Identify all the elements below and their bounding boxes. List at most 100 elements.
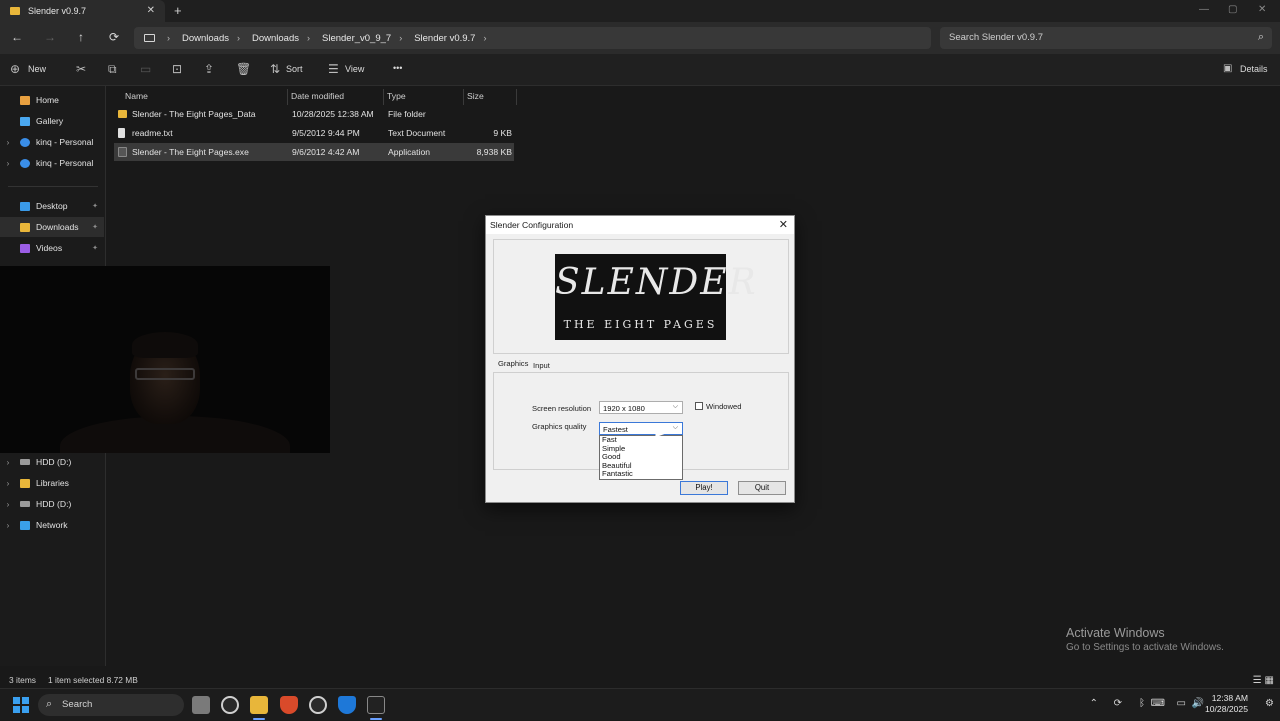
- sidebar-item-downloads[interactable]: Downloads ✦: [0, 217, 104, 237]
- breadcrumb-slender-folder[interactable]: Slender v0.9.7: [414, 33, 475, 44]
- sort-button[interactable]: Sort: [286, 64, 303, 74]
- breadcrumb-downloads-1[interactable]: Downloads: [182, 33, 229, 44]
- option-fantastic[interactable]: Fantastic: [600, 470, 682, 479]
- taskbar: ⌕ Search ⌃ ⟳ ᛒ ⌨ ▭ 🔊 12:38 AM 10/28/2025…: [0, 688, 1280, 720]
- chevron-up-icon[interactable]: ⌃: [1090, 698, 1098, 709]
- breadcrumb-slender-zip[interactable]: Slender_v0_9_7: [322, 33, 391, 44]
- more-options-button[interactable]: •••: [393, 63, 402, 73]
- sidebar-item-onedrive-1[interactable]: › kinq - Personal: [0, 132, 104, 152]
- cut-icon[interactable]: ✂: [76, 62, 86, 76]
- taskbar-search-label: Search: [62, 699, 93, 710]
- network-icon: [20, 520, 30, 530]
- back-button[interactable]: ←: [9, 30, 25, 44]
- breadcrumb-downloads-2[interactable]: Downloads: [252, 33, 299, 44]
- webcam-person-glasses: [135, 368, 195, 380]
- network-icon[interactable]: ▭: [1177, 698, 1186, 709]
- tab-input[interactable]: Input: [533, 361, 550, 370]
- file-name: Slender - The Eight Pages_Data: [132, 109, 256, 119]
- sidebar-item-network[interactable]: › Network: [0, 515, 104, 535]
- steam-icon[interactable]: [221, 696, 239, 714]
- maximize-button[interactable]: ▢: [1228, 4, 1237, 15]
- sidebar-item-label: kinq - Personal: [36, 137, 94, 147]
- taskbar-search[interactable]: ⌕ Search: [38, 694, 184, 716]
- search-input[interactable]: Search Slender v0.9.7 ⌕: [940, 27, 1272, 49]
- view-button[interactable]: View: [345, 64, 364, 74]
- chevron-right-icon[interactable]: ›: [0, 521, 16, 530]
- tab-graphics[interactable]: Graphics: [498, 359, 528, 368]
- play-button[interactable]: Play!: [680, 481, 728, 495]
- details-icon: ▣: [1223, 63, 1233, 74]
- sidebar-item-label: kinq - Personal: [36, 158, 94, 168]
- windows-start-icon[interactable]: [13, 697, 29, 713]
- rename-icon[interactable]: ⊡: [172, 62, 182, 76]
- breadcrumb-separator: ›: [307, 33, 310, 43]
- dialog-close-button[interactable]: ✕: [779, 218, 788, 231]
- breadcrumb-separator: ›: [237, 33, 240, 43]
- sidebar-item-gallery[interactable]: Gallery: [0, 111, 104, 131]
- pin-icon: ✦: [92, 203, 98, 210]
- item-count: 3 items: [9, 675, 36, 685]
- defender-shield-icon[interactable]: [338, 696, 356, 714]
- tab-slender[interactable]: Slender v0.9.7 ✕: [0, 0, 165, 22]
- desktop-icon: [20, 201, 30, 211]
- clock-date: 10/28/2025: [1204, 704, 1248, 714]
- screen-resolution-select[interactable]: 1920 x 1080 ⌵: [599, 401, 683, 414]
- sidebar-item-videos[interactable]: Videos ✦: [0, 238, 104, 258]
- chevron-right-icon[interactable]: ›: [0, 458, 16, 467]
- breadcrumb-separator: ›: [483, 33, 487, 43]
- task-view-icon[interactable]: [192, 696, 210, 714]
- column-header-type[interactable]: Type: [384, 89, 464, 105]
- close-window-button[interactable]: ✕: [1258, 4, 1266, 15]
- chevron-right-icon[interactable]: ›: [0, 138, 16, 147]
- forward-button[interactable]: →: [42, 30, 58, 44]
- address-bar[interactable]: › Downloads › Downloads › Slender_v0_9_7…: [134, 27, 931, 49]
- slender-app-icon[interactable]: [367, 696, 385, 714]
- close-tab-icon[interactable]: ✕: [147, 5, 155, 16]
- file-explorer-icon[interactable]: [250, 696, 268, 714]
- file-row[interactable]: readme.txt 9/5/2012 9:44 PM Text Documen…: [114, 124, 514, 142]
- column-header-date[interactable]: Date modified: [288, 89, 384, 105]
- logo-title: SLENDER: [555, 262, 758, 303]
- view-toggle-icons[interactable]: ☰ ▦: [1253, 675, 1274, 686]
- quit-button[interactable]: Quit: [738, 481, 786, 495]
- bluetooth-icon[interactable]: ᛒ: [1139, 698, 1145, 709]
- windowed-checkbox[interactable]: [695, 402, 703, 410]
- up-button[interactable]: ↑: [73, 30, 89, 44]
- file-name: readme.txt: [132, 128, 173, 138]
- chevron-right-icon[interactable]: ›: [0, 479, 16, 488]
- graphics-quality-select[interactable]: Fastest ⌵: [599, 422, 683, 435]
- file-size: 9 KB: [493, 128, 512, 138]
- column-header-name[interactable]: Name: [122, 89, 288, 105]
- keyboard-icon[interactable]: ⌨: [1151, 698, 1165, 709]
- sidebar-item-home[interactable]: Home: [0, 90, 104, 110]
- notification-icon[interactable]: ⚙: [1265, 698, 1274, 709]
- brave-browser-icon[interactable]: [280, 696, 298, 714]
- details-button[interactable]: Details: [1240, 64, 1268, 74]
- copy-icon[interactable]: ⧉: [108, 62, 117, 77]
- refresh-button[interactable]: ⟳: [106, 30, 122, 44]
- chevron-right-icon[interactable]: ›: [0, 500, 16, 509]
- cloud-icon: [20, 137, 30, 147]
- sidebar-item-hdd-2[interactable]: › HDD (D:): [0, 494, 104, 514]
- paste-icon[interactable]: ▭: [140, 62, 151, 76]
- file-row-selected[interactable]: Slender - The Eight Pages.exe 9/6/2012 4…: [114, 143, 514, 161]
- new-button[interactable]: New: [28, 64, 46, 74]
- sync-icon[interactable]: ⟳: [1114, 698, 1122, 709]
- clock[interactable]: 12:38 AM 10/28/2025: [1205, 693, 1248, 715]
- column-header-size[interactable]: Size: [464, 89, 517, 105]
- volume-icon[interactable]: 🔊: [1192, 698, 1204, 709]
- sidebar-item-onedrive-2[interactable]: › kinq - Personal: [0, 153, 104, 173]
- steam-icon-2[interactable]: [309, 696, 327, 714]
- downloads-icon: [20, 222, 30, 232]
- new-tab-button[interactable]: +: [174, 3, 182, 18]
- folder-icon: [10, 7, 20, 15]
- file-row[interactable]: Slender - The Eight Pages_Data 10/28/202…: [114, 105, 514, 123]
- chevron-right-icon[interactable]: ›: [0, 159, 16, 168]
- sidebar-item-desktop[interactable]: Desktop ✦: [0, 196, 104, 216]
- sidebar-item-hdd-1[interactable]: › HDD (D:): [0, 452, 104, 472]
- text-file-icon: [118, 128, 125, 138]
- sidebar-item-libraries[interactable]: › Libraries: [0, 473, 104, 493]
- share-icon[interactable]: ⇪: [204, 62, 214, 76]
- minimize-button[interactable]: —: [1199, 4, 1209, 15]
- delete-icon[interactable]: 🗑: [236, 62, 251, 76]
